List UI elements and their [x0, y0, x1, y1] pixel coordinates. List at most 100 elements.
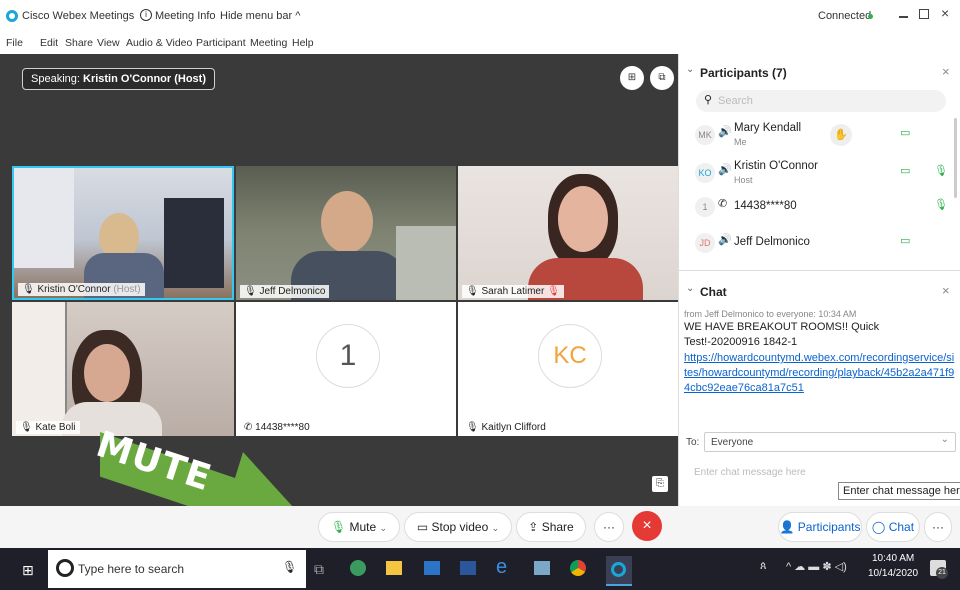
microphone-icon: 🎙 — [934, 199, 948, 211]
participant-avatar: 1 — [695, 197, 715, 217]
participants-scrollbar[interactable] — [954, 118, 957, 198]
app-icon-chrome-old[interactable] — [350, 560, 366, 576]
windows-start-icon[interactable]: ⊞ — [22, 562, 34, 579]
participant-search[interactable]: ⚲ Search — [696, 90, 946, 112]
tray-icons[interactable]: ^ ☁ ▬ ✽ ◁) — [786, 560, 847, 573]
chat-recipient-select[interactable]: Everyone ⌄ — [704, 432, 956, 452]
app-title: Cisco Webex Meetings — [22, 10, 135, 22]
app-icon-generic[interactable] — [534, 561, 550, 575]
chevron-down-icon[interactable]: ⌄ — [686, 283, 694, 294]
notification-center-icon[interactable]: 21 — [930, 560, 948, 579]
participant-avatar: JD — [695, 233, 715, 253]
layout-toggle-button[interactable]: ⎘ — [652, 476, 668, 492]
menu-help[interactable]: Help — [292, 37, 314, 49]
kaitlyn-avatar: KC — [538, 324, 602, 388]
chair — [164, 198, 224, 288]
window-background — [14, 168, 74, 268]
chrome-icon[interactable] — [570, 560, 586, 576]
info-icon: i — [140, 9, 152, 21]
pop-out-button[interactable]: ⧉ — [650, 66, 674, 90]
video-tile-jeff[interactable]: 🎙 Jeff Delmonico — [236, 166, 456, 300]
webex-taskbar-icon[interactable] — [606, 556, 632, 586]
participant-avatar: KO — [695, 163, 715, 183]
menu-view[interactable]: View — [97, 37, 120, 49]
taskbar-time: 10:40 AM — [872, 553, 915, 564]
taskbar-search[interactable]: Type here to search 🎙 — [48, 550, 306, 588]
edge-icon[interactable]: e — [496, 556, 507, 579]
search-placeholder: Search — [718, 95, 753, 107]
taskbar-date: 10/14/2020 — [868, 568, 919, 579]
phone-avatar: 1 — [316, 324, 380, 388]
microphone-icon: 🎙 — [330, 520, 347, 534]
more-options-button[interactable]: ··· — [594, 512, 624, 542]
panel-more-button[interactable]: ··· — [924, 512, 952, 542]
participant-row[interactable]: JD 🔊 Jeff Delmonico ▭ — [690, 226, 952, 262]
tile-label-kate: 🎙 Kate Boli — [16, 421, 80, 434]
menu-participant[interactable]: Participant — [196, 37, 246, 49]
microphone-icon: 🎙 — [282, 560, 298, 574]
menu-edit[interactable]: Edit — [40, 37, 58, 49]
outlook-icon[interactable] — [424, 561, 440, 575]
microphone-icon: 🎙 — [466, 286, 479, 297]
microphone-icon: 🎙 — [466, 422, 479, 433]
chat-icon: ◯ — [871, 520, 886, 534]
participant-avatar: MK — [695, 125, 715, 145]
person-head — [321, 191, 373, 253]
tray-person-icon[interactable]: ጰ — [760, 560, 767, 573]
cortana-icon — [56, 559, 74, 577]
participants-button[interactable]: 👤 Participants — [778, 512, 862, 542]
audio-icon: 🔊 — [718, 126, 732, 138]
tile-label-jeff: 🎙 Jeff Delmonico — [240, 285, 330, 298]
raise-hand-icon: ✋ — [830, 124, 852, 146]
menu-meeting[interactable]: Meeting — [250, 37, 287, 49]
video-tile-kaitlyn[interactable]: KC 🎙 Kaitlyn Clifford — [458, 302, 678, 436]
participant-row[interactable]: 1 ✆ 14438****80 🎙 — [690, 190, 952, 226]
chevron-down-icon: ⌄ — [491, 523, 500, 533]
close-participants-button[interactable]: × — [942, 64, 950, 79]
share-button[interactable]: ⇪ Share — [516, 512, 586, 542]
chevron-down-icon[interactable]: ⌄ — [686, 64, 694, 75]
hide-menu-bar-button[interactable]: Hide menu bar ^ — [220, 10, 300, 22]
camera-icon: ▭ — [900, 165, 911, 177]
notebook — [12, 302, 67, 436]
menu-share[interactable]: Share — [65, 37, 93, 49]
tile-label-sarah: 🎙 Sarah Latimer 🎙 — [462, 285, 564, 298]
share-icon: ⇪ — [528, 520, 539, 534]
video-tile-sarah[interactable]: 🎙 Sarah Latimer 🎙 — [458, 166, 678, 300]
connected-dot-icon — [868, 14, 873, 19]
chat-button[interactable]: ◯ Chat — [866, 512, 920, 542]
webex-logo-icon — [6, 10, 18, 22]
restore-button[interactable] — [919, 9, 929, 19]
tile-label-kristin: 🎙 Kristin O'Connor (Host) — [18, 283, 145, 296]
grid-view-button[interactable]: ⊞ — [620, 66, 644, 90]
mute-button[interactable]: 🎙 Mute ⌄ — [318, 512, 400, 542]
close-window-button[interactable]: × — [941, 5, 949, 21]
minimize-button[interactable] — [899, 16, 908, 18]
participant-row[interactable]: MK 🔊 Mary Kendall Me ✋ ▭ — [690, 118, 952, 154]
camera-icon: ▭ — [900, 235, 911, 247]
participant-row[interactable]: KO 🔊 Kristin O'Connor Host ▭ 🎙 — [690, 156, 952, 192]
muted-mic-icon: 🎙 — [547, 286, 560, 297]
chat-divider — [679, 270, 960, 271]
menu-file[interactable]: File — [6, 37, 23, 49]
search-icon: ⚲ — [704, 94, 713, 106]
task-view-icon[interactable]: ⧉ — [314, 561, 324, 578]
chat-input[interactable]: Enter chat message here — [694, 467, 806, 478]
camera-icon: ▭ — [900, 127, 911, 139]
file-explorer-icon[interactable] — [386, 561, 402, 575]
couch — [396, 226, 456, 300]
menu-audio-video[interactable]: Audio & Video — [126, 37, 192, 49]
meeting-info-button[interactable]: Meeting Info — [155, 10, 216, 22]
audio-icon: 🔊 — [718, 234, 732, 246]
chevron-down-icon: ⌄ — [379, 523, 388, 533]
close-chat-button[interactable]: × — [942, 283, 950, 298]
chat-link[interactable]: https://howardcountymd.webex.com/recordi… — [684, 351, 956, 396]
video-tile-kristin[interactable]: 🎙 Kristin O'Connor (Host) — [12, 166, 234, 300]
person-head — [558, 186, 608, 252]
person-head — [84, 344, 130, 402]
speaking-name: Kristin O'Connor (Host) — [83, 73, 206, 85]
end-meeting-button[interactable]: × — [632, 511, 662, 541]
stop-video-button[interactable]: ▭ Stop video ⌄ — [404, 512, 512, 542]
word-icon[interactable] — [460, 561, 476, 575]
connection-status: Connected — [818, 10, 872, 22]
